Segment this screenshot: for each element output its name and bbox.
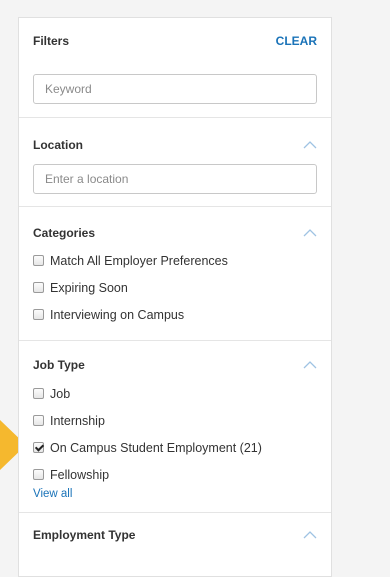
chevron-up-icon[interactable] (303, 141, 317, 149)
employment-type-title: Employment Type (33, 528, 136, 542)
option-label: On Campus Student Employment (21) (50, 440, 262, 455)
category-option[interactable]: Interviewing on Campus (33, 301, 317, 328)
categories-title: Categories (33, 226, 96, 240)
category-option[interactable]: Match All Employer Preferences (33, 247, 317, 274)
checkbox[interactable] (33, 255, 44, 266)
categories-section: Categories Match All Employer Preference… (19, 207, 331, 341)
job-type-option[interactable]: On Campus Student Employment (21) (33, 434, 317, 461)
filters-panel: Filters CLEAR Location Categories Match … (18, 17, 332, 577)
option-label: Expiring Soon (50, 280, 128, 295)
job-type-title: Job Type (33, 358, 85, 372)
filters-title: Filters (33, 34, 70, 48)
checkbox[interactable] (33, 388, 44, 399)
category-option[interactable]: Expiring Soon (33, 274, 317, 301)
location-section: Location (19, 118, 331, 207)
employment-type-section: Employment Type (19, 513, 331, 545)
option-label: Match All Employer Preferences (50, 253, 228, 268)
employment-type-header[interactable]: Employment Type (33, 525, 317, 545)
job-type-section: Job Type Job Internship On Campus Studen… (19, 341, 331, 513)
job-type-option[interactable]: Job (33, 380, 317, 407)
clear-button[interactable]: CLEAR (276, 34, 317, 48)
option-label: Fellowship (50, 467, 110, 482)
location-input[interactable] (33, 164, 317, 194)
filters-header: Filters CLEAR (33, 31, 317, 51)
location-title: Location (33, 138, 83, 152)
keyword-input[interactable] (33, 74, 317, 104)
checkbox[interactable] (33, 415, 44, 426)
chevron-up-icon[interactable] (303, 361, 317, 369)
filters-section: Filters CLEAR (19, 18, 331, 118)
job-type-option[interactable]: Fellowship (33, 461, 317, 488)
checkbox[interactable] (33, 282, 44, 293)
option-label: Internship (50, 413, 105, 428)
view-all-link[interactable]: View all (33, 488, 317, 500)
job-type-header[interactable]: Job Type (33, 355, 317, 375)
chevron-up-icon[interactable] (303, 229, 317, 237)
checkbox[interactable] (33, 469, 44, 480)
job-type-option[interactable]: Internship (33, 407, 317, 434)
option-label: Job (50, 386, 71, 401)
chevron-up-icon[interactable] (303, 531, 317, 539)
checkbox[interactable] (33, 309, 44, 320)
location-header[interactable]: Location (33, 135, 317, 155)
option-label: Interviewing on Campus (50, 307, 185, 322)
categories-header[interactable]: Categories (33, 223, 317, 243)
checkbox-checked[interactable] (33, 442, 44, 453)
